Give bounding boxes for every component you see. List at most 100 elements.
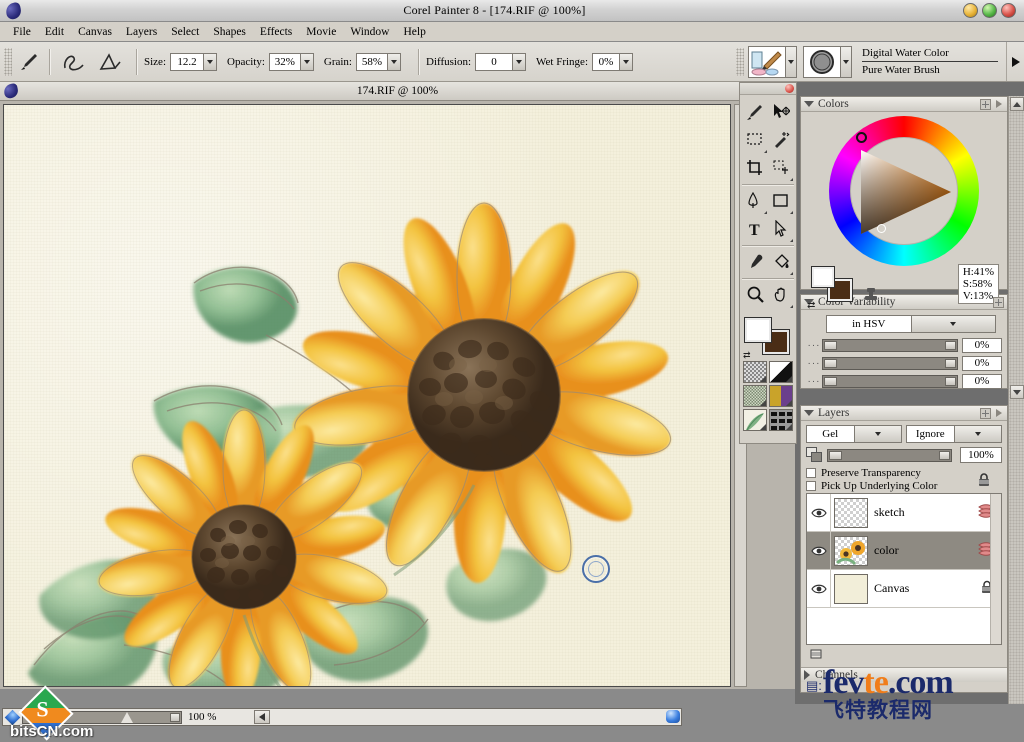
layer-row-color[interactable]: color [807, 532, 1001, 570]
diffusion-input[interactable] [476, 53, 513, 70]
hue-marker[interactable] [856, 132, 867, 143]
hue-variability-value[interactable]: 0% [962, 338, 1002, 353]
menu-effects[interactable]: Effects [253, 24, 299, 40]
opacity-input-wrapper[interactable] [268, 52, 314, 71]
color-variability-close-icon[interactable] [993, 296, 1004, 308]
layers-panel-header[interactable]: Layers [801, 406, 1007, 421]
saturation-variability-slider[interactable] [822, 357, 958, 370]
saturation-variability-value[interactable]: 0% [962, 356, 1002, 371]
saturation-value-marker[interactable] [877, 224, 886, 233]
opacity-input[interactable] [269, 53, 300, 70]
brush-name-display[interactable]: Digital Water Color Pure Water Brush [858, 45, 1006, 79]
menu-shapes[interactable]: Shapes [206, 24, 253, 40]
tool-magnifier[interactable] [742, 281, 768, 309]
brush-category-selector[interactable] [748, 45, 797, 78]
color-wheel[interactable] [829, 116, 979, 266]
tool-rectangular-selection[interactable] [742, 126, 768, 154]
weave-selector[interactable] [769, 385, 793, 407]
tool-magic-wand[interactable] [768, 126, 794, 154]
colors-collapse-icon[interactable] [804, 101, 814, 107]
value-variability-slider[interactable] [822, 375, 958, 388]
canvas-area[interactable] [3, 104, 731, 687]
wet-fringe-dropdown-arrow[interactable] [619, 53, 632, 70]
layers-panel-menu-icon[interactable] [993, 408, 1004, 419]
layers-list-scrollbar[interactable] [990, 494, 1001, 644]
layer-row-sketch[interactable]: sketch [807, 494, 1001, 532]
size-dropdown-arrow[interactable] [203, 53, 216, 70]
composite-method-select[interactable]: Gel [806, 425, 902, 443]
diffusion-dropdown-arrow[interactable] [512, 53, 526, 70]
menu-layers[interactable]: Layers [119, 24, 164, 40]
status-bar-collapse-button[interactable] [254, 710, 270, 724]
tool-palette-close-icon[interactable] [785, 84, 794, 93]
wet-fringe-input[interactable] [593, 53, 619, 70]
layer-opacity-slider[interactable] [827, 448, 952, 462]
channels-tab[interactable]: Channels [801, 667, 1007, 682]
minimize-button[interactable] [963, 3, 978, 18]
menu-edit[interactable]: Edit [38, 24, 71, 40]
tool-brush[interactable] [742, 98, 768, 126]
status-bar-gem-icon[interactable] [666, 710, 680, 723]
menu-movie[interactable]: Movie [299, 24, 343, 40]
gradient-selector[interactable] [769, 361, 793, 383]
clone-color-icon[interactable] [863, 286, 879, 302]
looks-selector[interactable] [769, 409, 793, 431]
tool-rectangular-shape[interactable] [768, 187, 794, 215]
colors-swap-icon[interactable]: ⇄ [807, 300, 815, 311]
menu-canvas[interactable]: Canvas [71, 24, 119, 40]
layer-opacity-value[interactable]: 100% [960, 447, 1002, 463]
brush-variant-arrow[interactable] [841, 45, 852, 78]
brush-variant-selector[interactable] [803, 45, 852, 78]
preserve-transparency-checkbox[interactable] [806, 468, 816, 478]
diffusion-input-wrapper[interactable] [475, 52, 527, 71]
layers-collapse-icon[interactable] [804, 410, 814, 416]
brush-category-arrow[interactable] [786, 45, 797, 78]
tool-crop[interactable] [742, 154, 768, 182]
zoom-slider[interactable] [22, 710, 182, 724]
tool-move-layer[interactable] [768, 98, 794, 126]
composite-method-arrow[interactable] [853, 426, 901, 442]
layers-panel-close-icon[interactable] [980, 407, 991, 419]
menu-help[interactable]: Help [396, 24, 432, 40]
variability-mode-select[interactable]: in HSV [826, 315, 996, 333]
tool-paint-bucket[interactable] [768, 248, 794, 276]
document-titlebar[interactable]: 174.RIF @ 100% [0, 82, 795, 101]
layer-visibility-toggle-canvas[interactable] [807, 570, 831, 607]
brush-selector-grip[interactable] [736, 47, 744, 76]
colors-panel-header[interactable]: Colors [801, 97, 1007, 112]
maximize-button[interactable] [982, 3, 997, 18]
nozzle-selector[interactable] [743, 409, 767, 431]
tool-selection-adjuster[interactable] [768, 154, 794, 182]
size-input[interactable] [171, 53, 203, 70]
colors-main-swatch[interactable] [811, 266, 835, 288]
menu-select[interactable]: Select [164, 24, 206, 40]
property-bar-grip[interactable] [4, 47, 12, 76]
tool-palette-titlebar[interactable] [740, 83, 796, 95]
tool-shape-selection[interactable] [768, 215, 794, 243]
variability-mode-arrow[interactable] [910, 316, 995, 332]
pattern-selector[interactable] [743, 385, 767, 407]
size-input-wrapper[interactable] [170, 52, 217, 71]
colors-panel-menu-icon[interactable] [993, 99, 1004, 110]
composite-depth-select[interactable]: Ignore [906, 425, 1002, 443]
hue-variability-slider[interactable] [822, 339, 958, 352]
paper-selector[interactable] [743, 361, 767, 383]
opacity-dropdown-arrow[interactable] [299, 53, 313, 70]
tool-grabber-hand[interactable] [768, 281, 794, 309]
new-layer-icon[interactable] [809, 647, 825, 661]
layer-row-canvas[interactable]: Canvas [807, 570, 1001, 608]
property-bar-expand-arrow[interactable] [1006, 42, 1024, 81]
layers-list[interactable]: sketch color Canvas [806, 493, 1002, 645]
layer-visibility-toggle-sketch[interactable] [807, 494, 831, 531]
swap-colors-icon[interactable]: ⇄ [743, 350, 751, 361]
palette-scroll-down-button[interactable] [1010, 385, 1024, 399]
colors-panel-close-icon[interactable] [980, 98, 991, 110]
wet-fringe-input-wrapper[interactable] [592, 52, 633, 71]
close-button[interactable] [1001, 3, 1016, 18]
tool-color-swatches[interactable]: ⇄ [742, 315, 794, 361]
menu-window[interactable]: Window [343, 24, 396, 40]
grain-input-wrapper[interactable] [356, 52, 401, 71]
tool-dropper[interactable] [742, 248, 768, 276]
lock-icon[interactable] [976, 472, 992, 488]
palette-scrollbar[interactable] [1008, 96, 1024, 716]
